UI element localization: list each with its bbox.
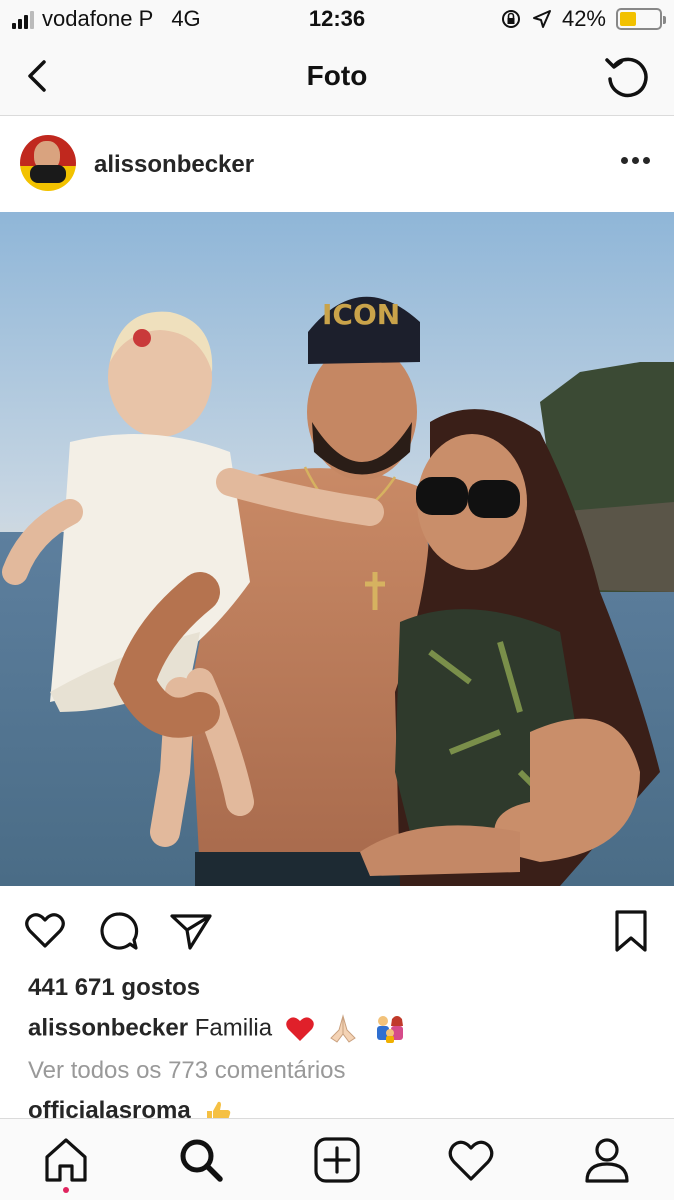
status-bar: vodafone P 4G 12:36 42% bbox=[0, 0, 674, 40]
heart-emoji bbox=[286, 1017, 314, 1041]
likes-count[interactable]: 441 671 gostos bbox=[28, 974, 200, 1002]
praying-hands-emoji bbox=[330, 1014, 357, 1043]
refresh-icon[interactable] bbox=[602, 52, 652, 102]
svg-text:ICON: ICON bbox=[322, 298, 400, 331]
post-username[interactable]: alissonbecker bbox=[94, 151, 254, 179]
battery-fill bbox=[620, 12, 636, 26]
profile-icon[interactable] bbox=[582, 1135, 632, 1185]
status-right: 42% bbox=[500, 6, 666, 32]
battery-percent: 42% bbox=[561, 6, 606, 31]
tab-bar bbox=[0, 1118, 674, 1200]
caption-username[interactable]: alissonbecker bbox=[28, 1014, 188, 1041]
location-arrow-icon bbox=[532, 10, 551, 28]
heart-icon[interactable] bbox=[22, 908, 68, 954]
comment-icon[interactable] bbox=[96, 908, 142, 954]
more-dots-icon[interactable] bbox=[621, 157, 650, 164]
post-header: alissonbecker bbox=[0, 117, 674, 212]
caption-text: Familia bbox=[194, 1014, 273, 1042]
share-icon[interactable] bbox=[168, 908, 214, 954]
bookmark-icon[interactable] bbox=[608, 908, 654, 954]
orientation-lock-icon bbox=[501, 10, 520, 28]
avatar[interactable] bbox=[20, 135, 76, 191]
add-post-icon[interactable] bbox=[312, 1135, 362, 1185]
navigation-bar: Foto bbox=[0, 40, 674, 116]
home-icon[interactable] bbox=[41, 1135, 91, 1185]
home-active-indicator bbox=[63, 1187, 69, 1193]
search-icon[interactable] bbox=[176, 1135, 226, 1185]
activity-heart-icon[interactable] bbox=[446, 1135, 496, 1185]
family-emoji bbox=[377, 1016, 404, 1043]
post-actions bbox=[0, 886, 674, 976]
post-caption: alissonbecker Familia bbox=[28, 1014, 408, 1044]
page-title: Foto bbox=[306, 60, 368, 91]
post-photo[interactable]: ICON bbox=[0, 212, 674, 886]
battery-icon bbox=[616, 8, 666, 30]
view-all-comments-link[interactable]: Ver todos os 773 comentários bbox=[28, 1057, 346, 1085]
